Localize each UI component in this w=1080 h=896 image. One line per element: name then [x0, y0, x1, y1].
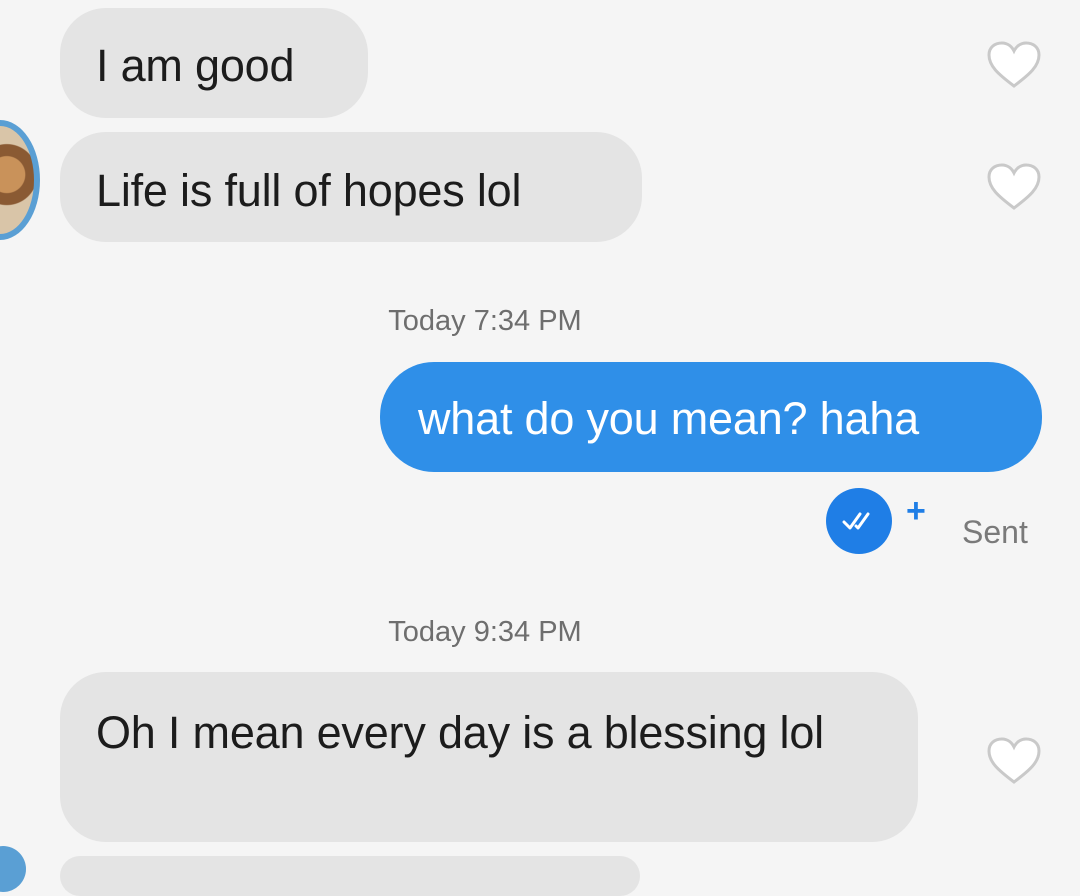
message-bubble-incoming[interactable]: Life is full of hopes lol	[60, 132, 642, 242]
avatar-photo	[0, 126, 34, 234]
sent-status-label: Sent	[962, 514, 1028, 550]
add-reaction-plus[interactable]: +	[906, 492, 926, 531]
message-text: I am good	[96, 40, 295, 91]
heart-icon[interactable]	[986, 40, 1042, 90]
message-bubble-incoming-partial[interactable]	[60, 856, 640, 896]
message-text: what do you mean? haha	[418, 393, 919, 444]
message-bubble-incoming[interactable]: Oh I mean every day is a blessing lol	[60, 672, 918, 842]
message-bubble-outgoing[interactable]: what do you mean? haha	[380, 362, 1042, 472]
message-bubble-incoming[interactable]: I am good	[60, 8, 368, 118]
status-badge	[826, 488, 892, 554]
contact-avatar[interactable]	[0, 120, 40, 240]
contact-avatar-lower[interactable]	[0, 846, 26, 892]
message-text: Oh I mean every day is a blessing lol	[96, 707, 824, 758]
double-check-icon	[842, 512, 870, 530]
heart-icon[interactable]	[986, 736, 1042, 786]
timestamp: Today 7:34 PM	[388, 305, 582, 337]
message-text: Life is full of hopes lol	[96, 165, 522, 216]
timestamp: Today 9:34 PM	[388, 616, 582, 648]
heart-icon[interactable]	[986, 162, 1042, 212]
